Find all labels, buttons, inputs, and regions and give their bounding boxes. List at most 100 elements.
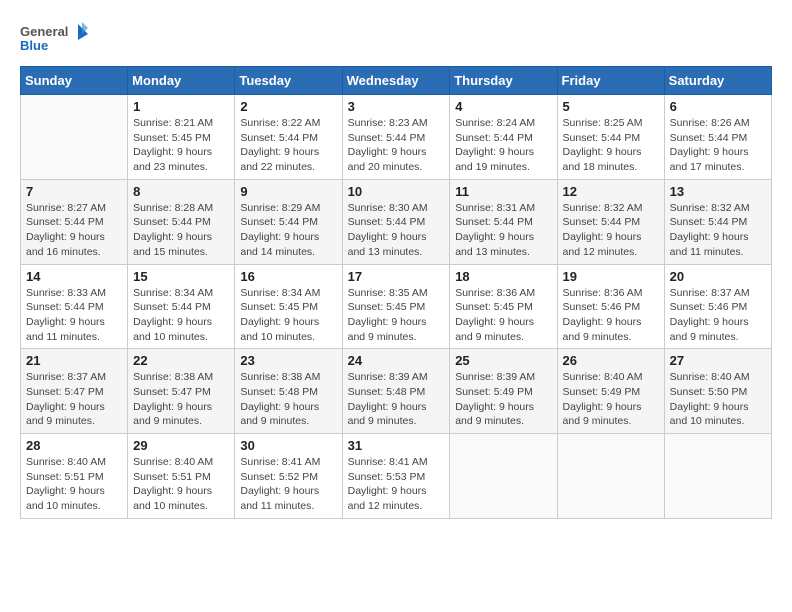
day-info: Sunrise: 8:24 AM Sunset: 5:44 PM Dayligh…	[455, 116, 551, 175]
calendar-cell: 1Sunrise: 8:21 AM Sunset: 5:45 PM Daylig…	[128, 95, 235, 180]
calendar-cell: 29 Sunrise: 8:40 AM Sunset: 5:51 PM Dayli…	[128, 434, 235, 519]
calendar-week-row: 1Sunrise: 8:21 AM Sunset: 5:45 PM Daylig…	[21, 95, 772, 180]
day-number: 4	[455, 99, 551, 114]
svg-text:General: General	[20, 24, 68, 39]
day-info: Sunrise: 8:37 AM Sunset: 5:47 PM Dayligh…	[26, 370, 122, 429]
day-info: Sunrise: 8:34 AM Sunset: 5:44 PM Dayligh…	[133, 286, 229, 345]
weekday-header: Sunday	[21, 67, 128, 95]
calendar-cell: 30 Sunrise: 8:41 AM Sunset: 5:52 PM Dayli…	[235, 434, 342, 519]
day-number: 25	[455, 353, 551, 368]
day-info: Sunrise: 8:35 AM Sunset: 5:45 PM Dayligh…	[348, 286, 445, 345]
day-info: Sunrise: 8:33 AM Sunset: 5:44 PM Dayligh…	[26, 286, 122, 345]
calendar-cell: 16 Sunrise: 8:34 AM Sunset: 5:45 PM Dayli…	[235, 264, 342, 349]
weekday-header: Tuesday	[235, 67, 342, 95]
day-number: 8	[133, 184, 229, 199]
calendar-week-row: 7 Sunrise: 8:27 AM Sunset: 5:44 PM Daylig…	[21, 179, 772, 264]
day-info: Sunrise: 8:38 AM Sunset: 5:48 PM Dayligh…	[240, 370, 336, 429]
calendar-week-row: 21Sunrise: 8:37 AM Sunset: 5:47 PM Dayli…	[21, 349, 772, 434]
calendar-cell	[21, 95, 128, 180]
calendar-cell: 21Sunrise: 8:37 AM Sunset: 5:47 PM Dayli…	[21, 349, 128, 434]
day-info: Sunrise: 8:36 AM Sunset: 5:46 PM Dayligh…	[563, 286, 659, 345]
page-header: General Blue	[20, 20, 772, 58]
day-info: Sunrise: 8:32 AM Sunset: 5:44 PM Dayligh…	[563, 201, 659, 260]
weekday-header: Monday	[128, 67, 235, 95]
calendar-cell: 31 Sunrise: 8:41 AM Sunset: 5:53 PM Dayli…	[342, 434, 450, 519]
day-number: 7	[26, 184, 122, 199]
day-info: Sunrise: 8:34 AM Sunset: 5:45 PM Dayligh…	[240, 286, 336, 345]
calendar-cell: 26 Sunrise: 8:40 AM Sunset: 5:49 PM Dayli…	[557, 349, 664, 434]
day-info: Sunrise: 8:41 AM Sunset: 5:52 PM Dayligh…	[240, 455, 336, 514]
day-number: 29	[133, 438, 229, 453]
calendar-cell	[664, 434, 771, 519]
day-number: 12	[563, 184, 659, 199]
calendar-cell: 7 Sunrise: 8:27 AM Sunset: 5:44 PM Daylig…	[21, 179, 128, 264]
day-number: 24	[348, 353, 445, 368]
day-number: 6	[670, 99, 766, 114]
day-info: Sunrise: 8:37 AM Sunset: 5:46 PM Dayligh…	[670, 286, 766, 345]
calendar-cell: 11 Sunrise: 8:31 AM Sunset: 5:44 PM Dayli…	[450, 179, 557, 264]
day-info: Sunrise: 8:21 AM Sunset: 5:45 PM Dayligh…	[133, 116, 229, 175]
day-number: 18	[455, 269, 551, 284]
calendar-cell: 24 Sunrise: 8:39 AM Sunset: 5:48 PM Dayli…	[342, 349, 450, 434]
day-info: Sunrise: 8:40 AM Sunset: 5:51 PM Dayligh…	[26, 455, 122, 514]
day-info: Sunrise: 8:39 AM Sunset: 5:48 PM Dayligh…	[348, 370, 445, 429]
logo-svg: General Blue	[20, 20, 90, 58]
day-info: Sunrise: 8:26 AM Sunset: 5:44 PM Dayligh…	[670, 116, 766, 175]
weekday-header: Friday	[557, 67, 664, 95]
day-info: Sunrise: 8:40 AM Sunset: 5:49 PM Dayligh…	[563, 370, 659, 429]
day-info: Sunrise: 8:25 AM Sunset: 5:44 PM Dayligh…	[563, 116, 659, 175]
day-number: 17	[348, 269, 445, 284]
calendar-cell: 22 Sunrise: 8:38 AM Sunset: 5:47 PM Dayli…	[128, 349, 235, 434]
day-info: Sunrise: 8:41 AM Sunset: 5:53 PM Dayligh…	[348, 455, 445, 514]
day-number: 2	[240, 99, 336, 114]
calendar-cell: 18 Sunrise: 8:36 AM Sunset: 5:45 PM Dayli…	[450, 264, 557, 349]
calendar-table: SundayMondayTuesdayWednesdayThursdayFrid…	[20, 66, 772, 519]
calendar-body: 1Sunrise: 8:21 AM Sunset: 5:45 PM Daylig…	[21, 95, 772, 519]
weekday-header: Wednesday	[342, 67, 450, 95]
day-number: 30	[240, 438, 336, 453]
day-number: 13	[670, 184, 766, 199]
calendar-cell: 12 Sunrise: 8:32 AM Sunset: 5:44 PM Dayli…	[557, 179, 664, 264]
day-number: 19	[563, 269, 659, 284]
day-info: Sunrise: 8:27 AM Sunset: 5:44 PM Dayligh…	[26, 201, 122, 260]
day-info: Sunrise: 8:23 AM Sunset: 5:44 PM Dayligh…	[348, 116, 445, 175]
day-number: 26	[563, 353, 659, 368]
day-number: 31	[348, 438, 445, 453]
day-info: Sunrise: 8:40 AM Sunset: 5:51 PM Dayligh…	[133, 455, 229, 514]
day-number: 14	[26, 269, 122, 284]
svg-text:Blue: Blue	[20, 38, 48, 53]
day-number: 3	[348, 99, 445, 114]
day-info: Sunrise: 8:39 AM Sunset: 5:49 PM Dayligh…	[455, 370, 551, 429]
calendar-cell	[557, 434, 664, 519]
day-number: 20	[670, 269, 766, 284]
day-number: 11	[455, 184, 551, 199]
calendar-cell: 6 Sunrise: 8:26 AM Sunset: 5:44 PM Daylig…	[664, 95, 771, 180]
day-number: 16	[240, 269, 336, 284]
day-number: 5	[563, 99, 659, 114]
calendar-cell: 27 Sunrise: 8:40 AM Sunset: 5:50 PM Dayli…	[664, 349, 771, 434]
weekday-header: Thursday	[450, 67, 557, 95]
calendar-cell: 13 Sunrise: 8:32 AM Sunset: 5:44 PM Dayli…	[664, 179, 771, 264]
calendar-cell: 25 Sunrise: 8:39 AM Sunset: 5:49 PM Dayli…	[450, 349, 557, 434]
calendar-cell: 10Sunrise: 8:30 AM Sunset: 5:44 PM Dayli…	[342, 179, 450, 264]
day-info: Sunrise: 8:32 AM Sunset: 5:44 PM Dayligh…	[670, 201, 766, 260]
day-info: Sunrise: 8:38 AM Sunset: 5:47 PM Dayligh…	[133, 370, 229, 429]
day-info: Sunrise: 8:30 AM Sunset: 5:44 PM Dayligh…	[348, 201, 445, 260]
calendar-cell: 2 Sunrise: 8:22 AM Sunset: 5:44 PM Daylig…	[235, 95, 342, 180]
calendar-cell: 17 Sunrise: 8:35 AM Sunset: 5:45 PM Dayli…	[342, 264, 450, 349]
day-info: Sunrise: 8:36 AM Sunset: 5:45 PM Dayligh…	[455, 286, 551, 345]
day-number: 27	[670, 353, 766, 368]
calendar-cell: 15Sunrise: 8:34 AM Sunset: 5:44 PM Dayli…	[128, 264, 235, 349]
calendar-header-row: SundayMondayTuesdayWednesdayThursdayFrid…	[21, 67, 772, 95]
day-info: Sunrise: 8:22 AM Sunset: 5:44 PM Dayligh…	[240, 116, 336, 175]
day-number: 22	[133, 353, 229, 368]
calendar-cell: 28Sunrise: 8:40 AM Sunset: 5:51 PM Dayli…	[21, 434, 128, 519]
calendar-cell: 8Sunrise: 8:28 AM Sunset: 5:44 PM Daylig…	[128, 179, 235, 264]
day-info: Sunrise: 8:29 AM Sunset: 5:44 PM Dayligh…	[240, 201, 336, 260]
day-info: Sunrise: 8:31 AM Sunset: 5:44 PM Dayligh…	[455, 201, 551, 260]
calendar-cell: 23Sunrise: 8:38 AM Sunset: 5:48 PM Dayli…	[235, 349, 342, 434]
day-info: Sunrise: 8:40 AM Sunset: 5:50 PM Dayligh…	[670, 370, 766, 429]
weekday-header: Saturday	[664, 67, 771, 95]
calendar-cell: 3 Sunrise: 8:23 AM Sunset: 5:44 PM Daylig…	[342, 95, 450, 180]
calendar-cell: 19 Sunrise: 8:36 AM Sunset: 5:46 PM Dayli…	[557, 264, 664, 349]
